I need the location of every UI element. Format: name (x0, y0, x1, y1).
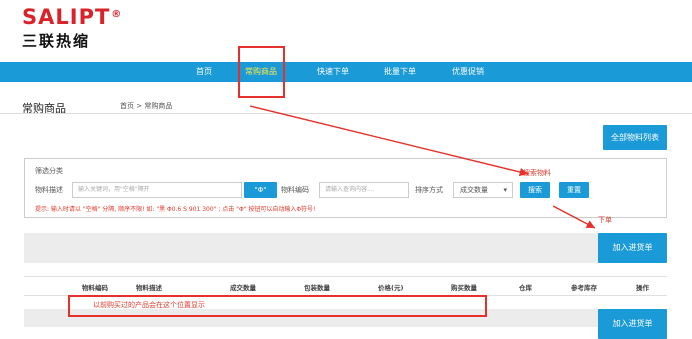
arrow-to-add-cart (552, 205, 596, 229)
arrow-to-search (249, 105, 529, 177)
annotation-arrows (249, 105, 596, 229)
